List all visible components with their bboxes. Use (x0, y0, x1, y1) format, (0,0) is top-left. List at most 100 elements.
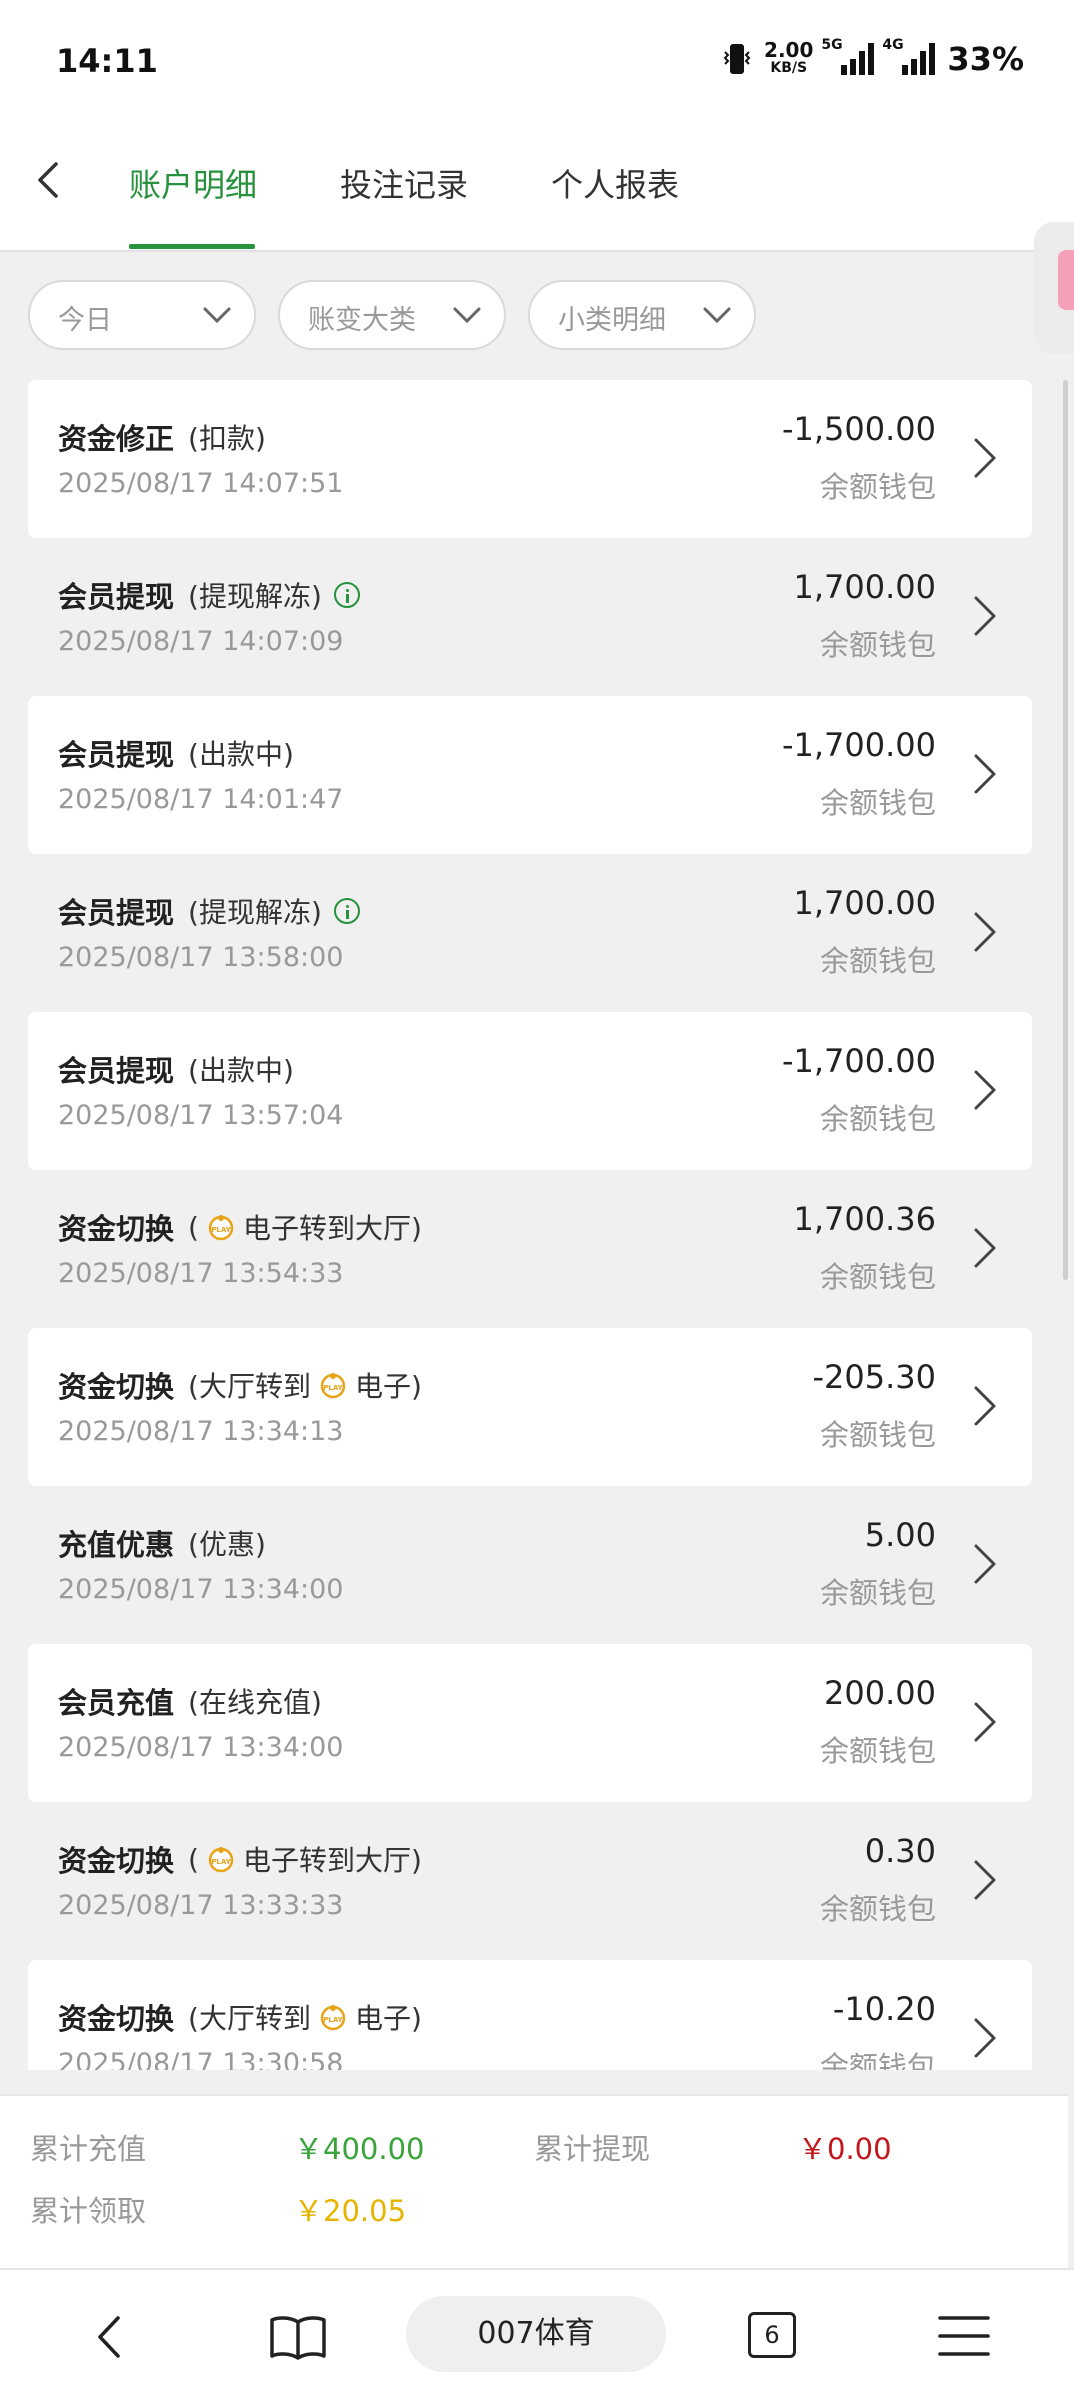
status-icons: 2.00 KB/S 5G 4G 33% (722, 37, 1024, 78)
play-game-icon: PLAY (320, 1373, 346, 1399)
signal-5g-icon: 5G (821, 37, 875, 75)
chevron-right-icon (974, 1544, 996, 1584)
filter-bar: 今日 账变大类 小类明细 (28, 280, 756, 350)
play-game-icon: PLAY (320, 2005, 346, 2031)
filter-subcategory-dropdown[interactable]: 小类明细 (528, 280, 756, 350)
transaction-row[interactable]: 资金切换 (PLAY 电子转到大厅) 2025/08/17 13:33:33 0.30 余… (28, 1802, 1032, 1960)
status-bar: 14:11 2.00 KB/S 5G 4G 33% (0, 0, 1074, 120)
transaction-list[interactable]: 资金修正 (扣款) 2025/08/17 14:07:51 -1,500.00 余额钱包… (28, 380, 1032, 2070)
summary-panel: 累计充值 ￥400.00 累计提现 ￥0.00 累计领取 ￥20.05 (0, 2094, 1068, 2268)
transaction-row[interactable]: 会员提现 (提现解冻) 2025/08/17 13:58:00 1,700.00 余额钱… (28, 854, 1032, 1012)
transaction-date: 2025/08/17 13:58:00 (58, 942, 344, 973)
transaction-row[interactable]: 会员提现 (出款中) 2025/08/17 13:57:04 -1,700.00 余额钱… (28, 1012, 1032, 1170)
transaction-subtype: (扣款) (188, 422, 266, 455)
transaction-date: 2025/08/17 14:07:51 (58, 468, 344, 499)
wallet-label: 余额钱包 (819, 1260, 936, 1294)
transaction-date: 2025/08/17 13:34:13 (58, 1416, 344, 1447)
chevron-right-icon (974, 2018, 996, 2058)
wallet-label: 余额钱包 (819, 1102, 936, 1136)
chevron-right-icon (974, 438, 996, 478)
filter-label: 账变大类 (308, 305, 416, 336)
transaction-subtype: (提现解冻) (188, 580, 322, 613)
transaction-subtype: (提现解冻) (188, 896, 322, 929)
transaction-subtype: (大厅转到 PLAY 电子) (188, 1370, 422, 1403)
transaction-row[interactable]: 会员提现 (提现解冻) 2025/08/17 14:07:09 1,700.00 余额钱… (28, 538, 1032, 696)
wallet-label: 余额钱包 (819, 1892, 936, 1926)
chevron-down-icon (453, 307, 481, 324)
svg-text:PLAY: PLAY (323, 1384, 343, 1392)
wallet-label: 余额钱包 (819, 470, 936, 504)
transaction-row[interactable]: 会员充值 (在线充值) 2025/08/17 13:34:00 200.00 余额钱包 (28, 1644, 1032, 1802)
chevron-right-icon (974, 1702, 996, 1742)
transaction-type: 充值优惠 (58, 1528, 175, 1562)
transaction-row[interactable]: 会员提现 (出款中) 2025/08/17 14:01:47 -1,700.00 余额钱… (28, 696, 1032, 854)
transaction-subtype: (出款中) (188, 738, 294, 771)
transaction-row[interactable]: 资金修正 (扣款) 2025/08/17 14:07:51 -1,500.00 余额钱包 (28, 380, 1032, 538)
info-icon[interactable] (333, 898, 360, 924)
bookmarks-icon[interactable] (268, 2314, 328, 2360)
transaction-type: 会员提现 (58, 1054, 175, 1088)
transaction-row[interactable]: 资金切换 (大厅转到 PLAY 电子) 2025/08/17 13:34:13 -205.… (28, 1328, 1032, 1486)
transaction-amount: -205.30 (812, 1358, 936, 1396)
filter-label: 小类明细 (558, 305, 666, 336)
transaction-subtype: (PLAY 电子转到大厅) (188, 1842, 422, 1878)
transaction-type: 资金切换 (58, 2002, 175, 2036)
chevron-right-icon (974, 1228, 996, 1268)
transaction-row[interactable]: 资金切换 (PLAY 电子转到大厅) 2025/08/17 13:54:33 1,700… (28, 1170, 1032, 1328)
back-arrow-icon[interactable] (28, 158, 72, 202)
scrollbar[interactable] (1063, 380, 1068, 1280)
wallet-label: 余额钱包 (819, 1734, 936, 1768)
browser-nav-bar: 007体育 6 (0, 2268, 1074, 2402)
transaction-type: 会员提现 (58, 896, 175, 930)
address-bar[interactable]: 007体育 (406, 2296, 666, 2372)
transaction-amount: 0.30 (864, 1832, 936, 1870)
transaction-subtype: (优惠) (188, 1528, 266, 1561)
floating-widget[interactable] (1034, 222, 1074, 354)
transaction-amount: 1,700.00 (793, 568, 937, 606)
wallet-label: 余额钱包 (819, 1418, 936, 1452)
transaction-amount: -1,700.00 (781, 726, 936, 764)
vibrate-icon (723, 44, 751, 74)
tab-account-details[interactable]: 账户明细 (129, 160, 257, 206)
transaction-date: 2025/08/17 13:34:00 (58, 1732, 344, 1763)
tab-personal-report[interactable]: 个人报表 (551, 160, 679, 206)
chevron-right-icon (974, 1070, 996, 1110)
filter-category-dropdown[interactable]: 账变大类 (278, 280, 506, 350)
info-icon[interactable] (333, 582, 360, 608)
menu-icon[interactable] (938, 2314, 990, 2358)
transaction-amount: 1,700.00 (793, 884, 937, 922)
transaction-date: 2025/08/17 13:54:33 (58, 1258, 344, 1289)
transaction-type: 资金切换 (58, 1844, 175, 1878)
active-tab-indicator (129, 244, 255, 249)
svg-text:PLAY: PLAY (211, 1226, 231, 1234)
transaction-date: 2025/08/17 13:57:04 (58, 1100, 344, 1131)
transaction-type: 资金切换 (58, 1212, 175, 1246)
battery-level: 33% (947, 40, 1024, 78)
filter-label: 今日 (58, 305, 112, 336)
filter-date-dropdown[interactable]: 今日 (28, 280, 256, 350)
chevron-down-icon (203, 307, 231, 324)
wallet-label: 余额钱包 (819, 1576, 936, 1610)
tab-bar: 账户明细 投注记录 个人报表 (0, 120, 1074, 252)
wallet-label: 余额钱包 (819, 944, 936, 978)
transaction-amount: 200.00 (824, 1674, 936, 1712)
transaction-date: 2025/08/17 13:30:58 (58, 2048, 344, 2070)
chevron-right-icon (974, 1386, 996, 1426)
chevron-right-icon (974, 1860, 996, 1900)
total-recharge-value: ￥400.00 (294, 2132, 425, 2166)
tab-bet-records[interactable]: 投注记录 (340, 160, 468, 206)
chevron-right-icon (974, 596, 996, 636)
back-icon[interactable] (88, 2312, 132, 2362)
network-speed: 2.00 KB/S (764, 38, 814, 76)
total-claim-label: 累计领取 (30, 2194, 147, 2228)
transaction-row[interactable]: 充值优惠 (优惠) 2025/08/17 13:34:00 5.00 余额钱包 (28, 1486, 1032, 1644)
transaction-type: 会员提现 (58, 738, 175, 772)
total-recharge-label: 累计充值 (30, 2132, 147, 2166)
tab-count-button[interactable]: 6 (748, 2312, 796, 2358)
svg-text:PLAY: PLAY (211, 1858, 231, 1866)
play-game-icon: PLAY (208, 1215, 234, 1241)
transaction-row[interactable]: 资金切换 (大厅转到 PLAY 电子) 2025/08/17 13:30:58 -10.2… (28, 1960, 1032, 2070)
transaction-date: 2025/08/17 14:07:09 (58, 626, 344, 657)
transaction-type: 资金修正 (58, 422, 175, 456)
transaction-subtype: (出款中) (188, 1054, 294, 1087)
